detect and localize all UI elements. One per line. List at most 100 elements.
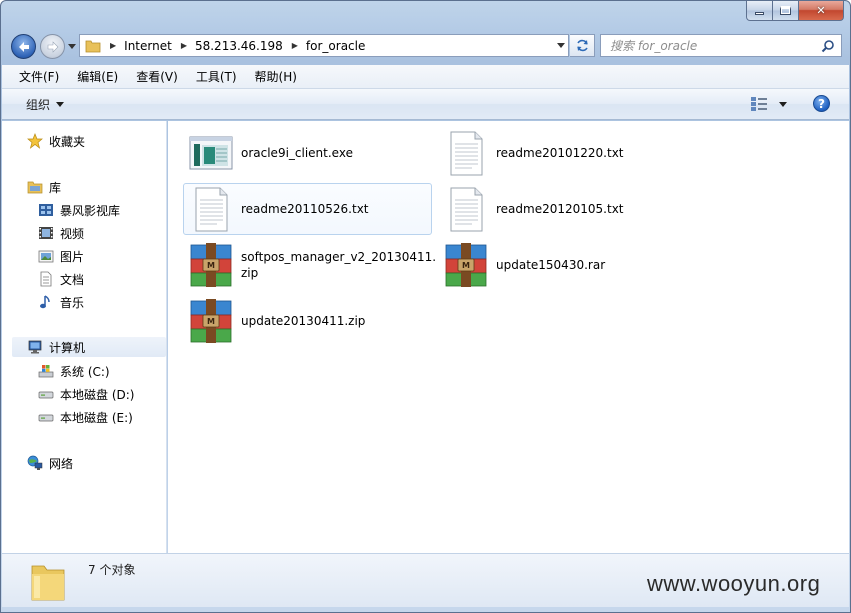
sidebar-item-videos[interactable]: 视频 xyxy=(38,223,84,243)
breadcrumb-separator-icon[interactable]: ▶ xyxy=(292,41,298,50)
watermark: www.wooyun.org xyxy=(647,571,821,596)
file-name: softpos_manager_v2_20130411.zip xyxy=(241,249,436,281)
sidebar-item-music[interactable]: 音乐 xyxy=(38,292,84,312)
sidebar-item-label: 本地磁盘 (E:) xyxy=(60,410,133,425)
sidebar-item-label: 暴风影视库 xyxy=(60,203,121,218)
sidebar-item-libraries[interactable]: 库 xyxy=(27,177,61,197)
file-item[interactable]: M softpos_manager_v2_20130411.zip xyxy=(183,239,436,291)
sidebar-item-label: 图片 xyxy=(60,249,85,264)
text-file-icon xyxy=(450,131,483,176)
menu-tools[interactable]: 工具(T) xyxy=(187,68,246,85)
computer-icon xyxy=(27,339,43,355)
forward-arrow-icon xyxy=(47,40,58,53)
video-library-icon xyxy=(38,202,54,218)
breadcrumb-separator-icon[interactable]: ▶ xyxy=(181,41,187,50)
search-box[interactable] xyxy=(600,34,842,57)
menu-edit[interactable]: 编辑(E) xyxy=(68,68,127,85)
sidebar-item-label: 音乐 xyxy=(60,295,85,310)
sidebar-item-pictures[interactable]: 图片 xyxy=(38,246,84,266)
back-button[interactable] xyxy=(11,34,36,59)
svg-text:M: M xyxy=(207,317,215,326)
menu-view[interactable]: 查看(V) xyxy=(127,68,187,85)
music-icon xyxy=(38,294,54,310)
sidebar-item-label: 文档 xyxy=(60,272,85,287)
file-item[interactable]: M update20130411.zip xyxy=(183,295,432,347)
folder-icon xyxy=(85,40,101,52)
recent-pages-dropdown-icon[interactable] xyxy=(67,41,77,51)
file-item[interactable]: M update150430.rar xyxy=(438,239,687,291)
file-item[interactable]: oracle9i_client.exe xyxy=(183,127,432,179)
exe-icon xyxy=(189,136,233,170)
file-item[interactable]: readme20120105.txt xyxy=(438,183,687,235)
file-name: readme20101220.txt xyxy=(496,146,624,160)
help-button[interactable]: ? xyxy=(813,95,830,112)
breadcrumb-folder[interactable]: for_oracle xyxy=(306,39,365,53)
file-name: readme20110526.txt xyxy=(241,202,369,216)
network-icon xyxy=(27,455,43,471)
sidebar-item-drive-c[interactable]: 系统 (C:) xyxy=(38,361,110,381)
svg-text:M: M xyxy=(207,261,215,270)
file-list: oracle9i_client.exe readme20101220.txt r… xyxy=(168,121,849,553)
menu-file[interactable]: 文件(F) xyxy=(10,68,68,85)
organize-button[interactable]: 组织 xyxy=(26,96,65,113)
sidebar-item-drive-d[interactable]: 本地磁盘 (D:) xyxy=(38,384,134,404)
sidebar-item-video-library[interactable]: 暴风影视库 xyxy=(38,200,120,220)
sidebar-item-label: 本地磁盘 (D:) xyxy=(60,387,135,402)
drive-icon xyxy=(38,409,54,425)
picture-icon xyxy=(38,248,54,264)
menu-bar: 文件(F) 编辑(E) 查看(V) 工具(T) 帮助(H) xyxy=(2,65,849,89)
file-item[interactable]: readme20101220.txt xyxy=(438,127,687,179)
document-icon xyxy=(38,271,54,287)
file-name-line: zip xyxy=(241,266,259,280)
menu-help[interactable]: 帮助(H) xyxy=(246,68,306,85)
drive-icon xyxy=(38,386,54,402)
breadcrumb-separator-icon[interactable]: ▶ xyxy=(110,41,116,50)
address-bar[interactable]: ▶ Internet ▶ 58.213.46.198 ▶ for_oracle xyxy=(79,34,569,57)
file-name-line: softpos_manager_v2_20130411. xyxy=(241,250,437,264)
star-icon xyxy=(27,133,43,149)
minimize-button[interactable] xyxy=(746,1,773,21)
navigation-pane: 收藏夹 库 暴风影视库 视频 图片 文档 音乐 计算机 系统 (C:) 本地磁盘… xyxy=(2,121,167,553)
sidebar-item-network[interactable]: 网络 xyxy=(27,453,73,473)
winrar-archive-icon: M xyxy=(190,243,232,287)
winrar-archive-icon: M xyxy=(190,299,232,343)
winrar-archive-icon: M xyxy=(445,243,487,287)
forward-button[interactable] xyxy=(40,34,65,59)
back-arrow-icon xyxy=(18,41,29,52)
library-icon xyxy=(27,179,43,195)
sidebar-item-label: 收藏夹 xyxy=(49,134,86,149)
file-name: update150430.rar xyxy=(496,258,606,272)
sidebar-item-label: 库 xyxy=(49,180,62,195)
search-input[interactable] xyxy=(610,38,810,53)
folder-icon xyxy=(31,565,65,601)
video-icon xyxy=(38,225,54,241)
system-drive-icon xyxy=(38,363,54,379)
maximize-button[interactable] xyxy=(773,1,799,21)
breadcrumb-internet[interactable]: Internet xyxy=(124,39,172,53)
text-file-icon xyxy=(195,187,228,232)
breadcrumb-host[interactable]: 58.213.46.198 xyxy=(195,39,283,53)
chevron-down-icon xyxy=(779,101,787,107)
maximize-icon xyxy=(780,6,791,15)
sidebar-item-documents[interactable]: 文档 xyxy=(38,269,84,289)
file-item[interactable]: readme20110526.txt xyxy=(183,183,432,235)
caption-buttons: ✕ xyxy=(746,1,844,21)
sidebar-item-label: 系统 (C:) xyxy=(60,364,110,379)
command-bar: 组织 ? xyxy=(2,89,849,120)
close-icon: ✕ xyxy=(816,4,826,17)
file-name: readme20120105.txt xyxy=(496,202,624,216)
sidebar-item-computer[interactable]: 计算机 xyxy=(12,337,166,357)
organize-label: 组织 xyxy=(26,97,51,112)
search-icon[interactable] xyxy=(821,39,835,53)
change-view-button[interactable] xyxy=(750,96,787,112)
close-button[interactable]: ✕ xyxy=(799,1,844,21)
file-name: oracle9i_client.exe xyxy=(241,146,353,160)
sidebar-item-drive-e[interactable]: 本地磁盘 (E:) xyxy=(38,407,133,427)
chevron-down-icon xyxy=(56,101,65,107)
sidebar-item-label: 视频 xyxy=(60,226,85,241)
refresh-icon xyxy=(576,39,588,52)
refresh-button[interactable] xyxy=(570,34,595,57)
address-history-dropdown-icon[interactable] xyxy=(557,43,565,48)
sidebar-item-favorites[interactable]: 收藏夹 xyxy=(27,131,85,151)
text-file-icon xyxy=(450,187,483,232)
